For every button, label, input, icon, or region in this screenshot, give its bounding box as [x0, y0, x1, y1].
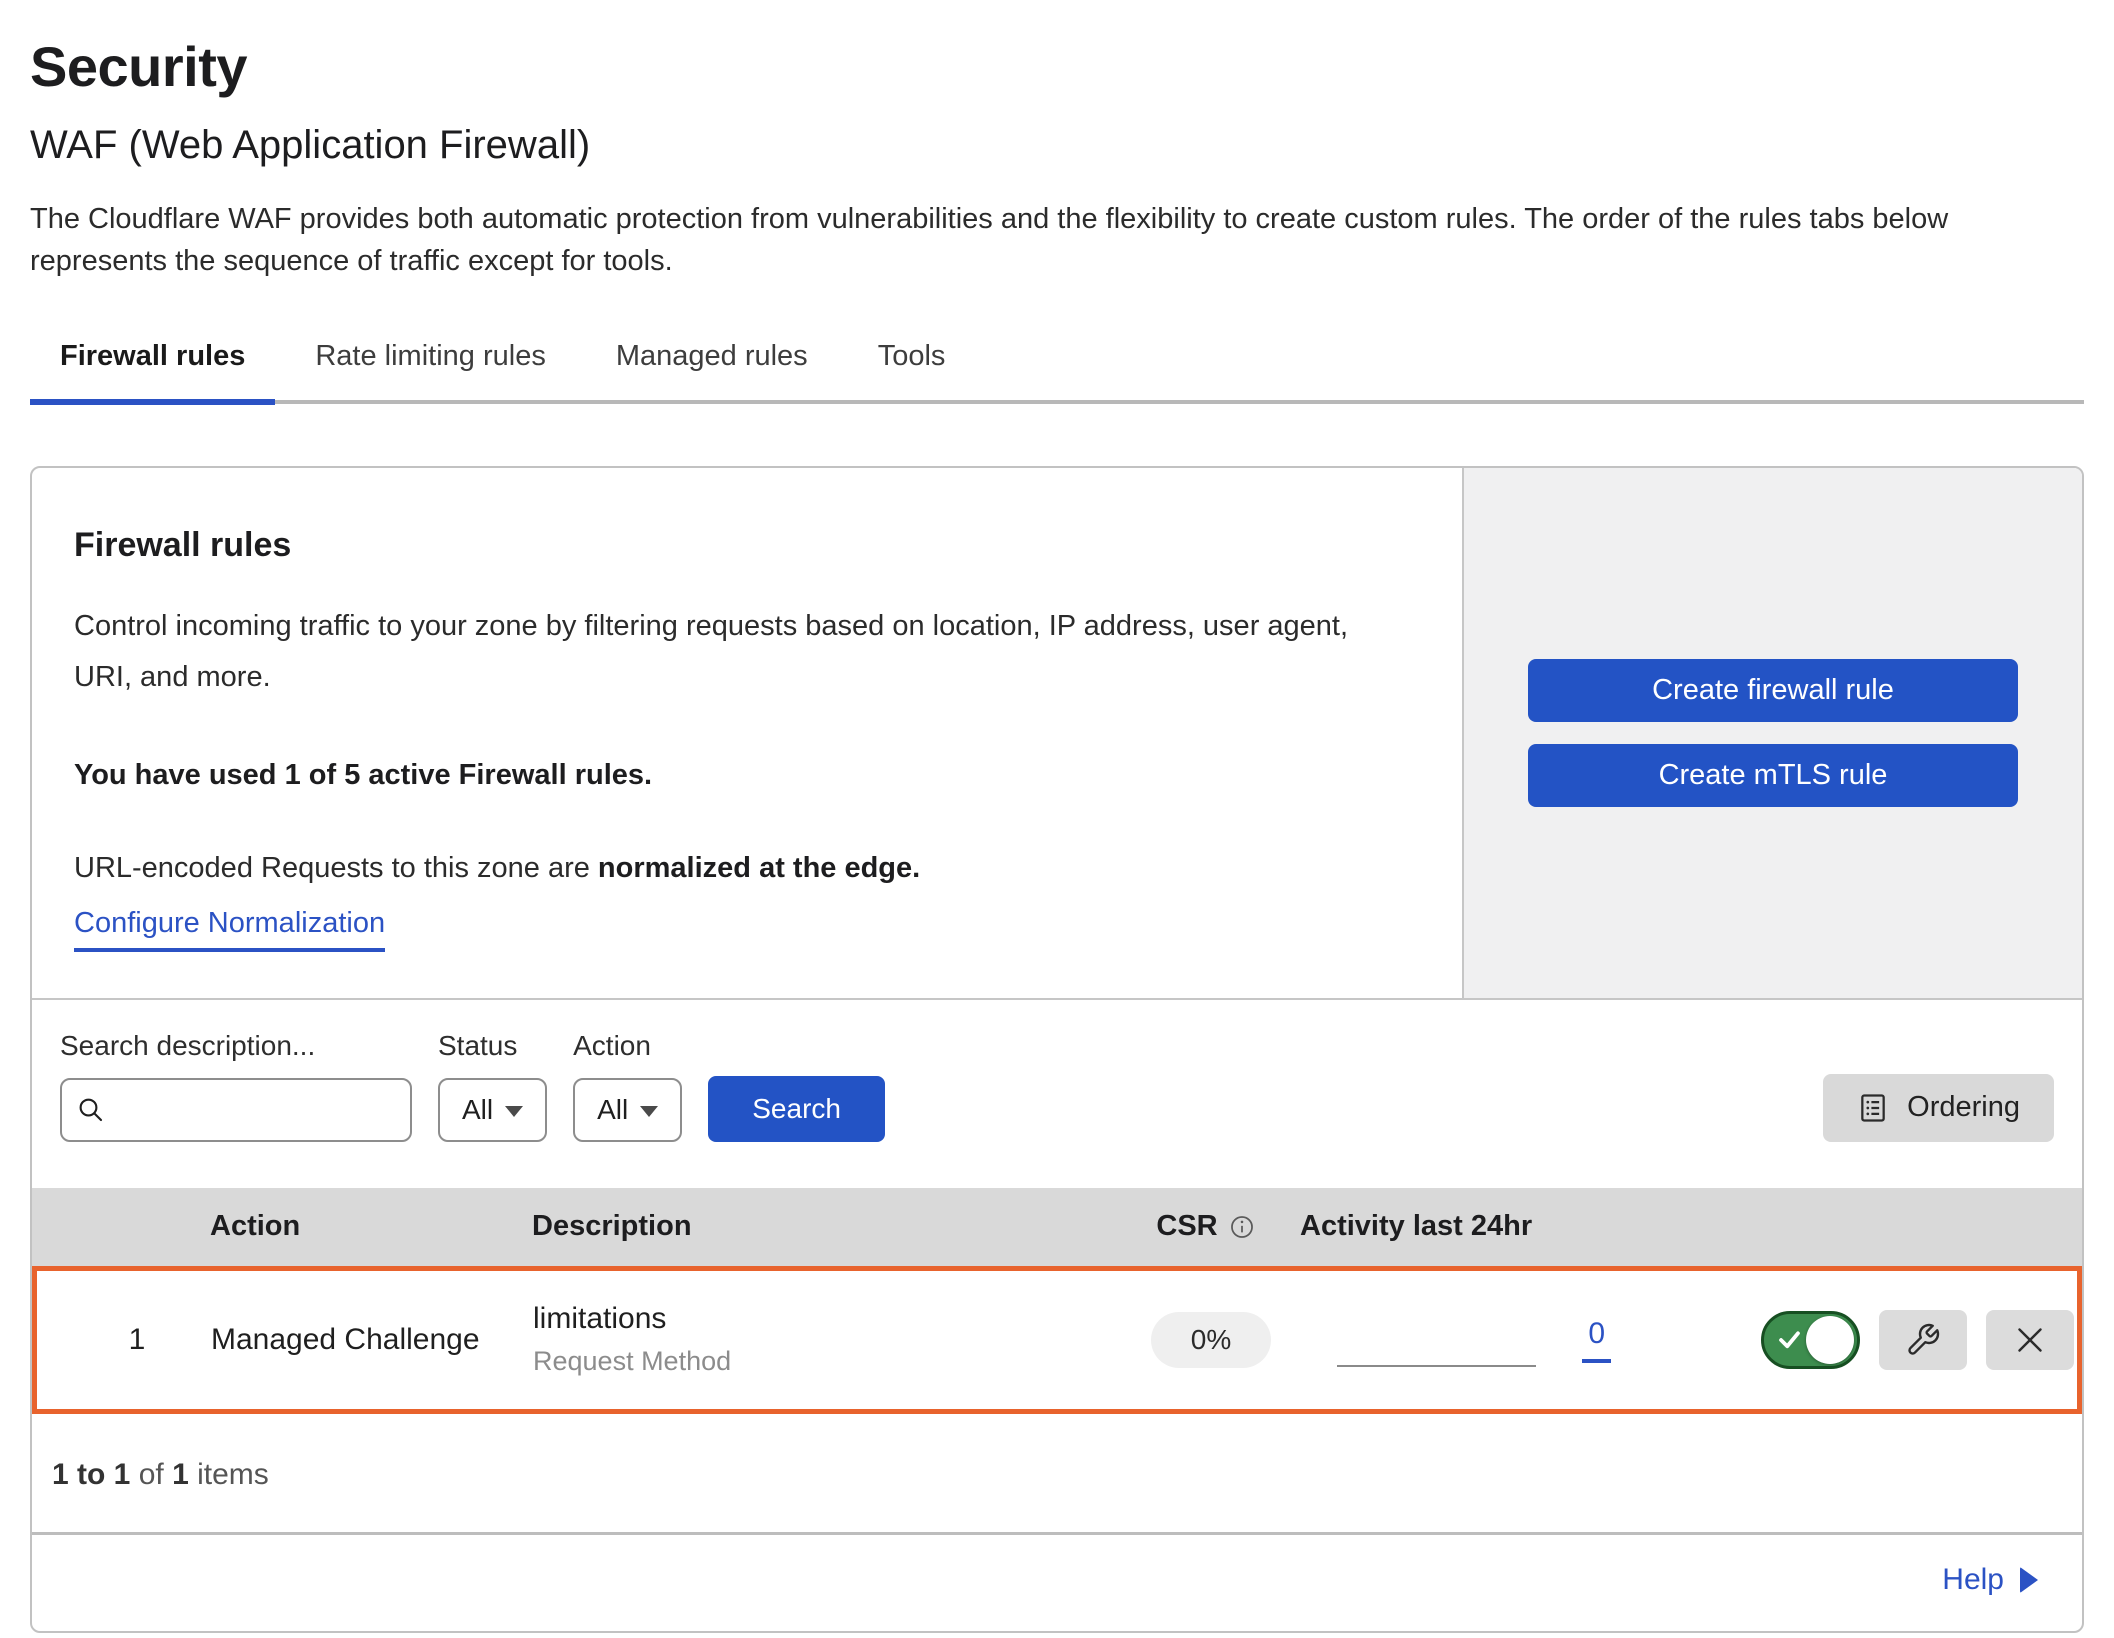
rule-description[interactable]: limitations — [533, 1302, 1121, 1336]
status-selected-value: All — [462, 1094, 493, 1126]
rule-controls — [1761, 1310, 2077, 1370]
chevron-down-icon — [640, 1106, 658, 1117]
search-button[interactable]: Search — [708, 1076, 885, 1142]
activity-count-link[interactable]: 0 — [1582, 1317, 1611, 1363]
search-filter-group: Search description... — [60, 1030, 412, 1142]
search-input-box[interactable] — [60, 1078, 412, 1142]
firewall-rules-info: Firewall rules Control incoming traffic … — [32, 468, 1462, 998]
ordering-button[interactable]: Ordering — [1823, 1074, 2054, 1142]
csr-badge: 0% — [1151, 1312, 1271, 1368]
help-section: Help — [32, 1535, 2082, 1631]
pagination-summary: 1 to 1 of 1 items — [32, 1414, 2082, 1535]
arrow-right-icon — [2020, 1567, 2038, 1593]
action-select[interactable]: All — [573, 1078, 682, 1142]
edit-rule-button[interactable] — [1879, 1310, 1967, 1370]
tab-firewall-rules[interactable]: Firewall rules — [30, 334, 275, 405]
table-row-firewall-rule[interactable]: 1 Managed Challenge limitations Request … — [32, 1266, 2082, 1414]
close-icon — [2012, 1322, 2048, 1358]
tab-tools[interactable]: Tools — [848, 334, 976, 405]
firewall-rules-card: Firewall rules Control incoming traffic … — [30, 466, 2084, 1633]
check-icon — [1776, 1326, 1803, 1353]
rule-activity-cell: 0 — [1301, 1313, 1761, 1367]
info-icon[interactable] — [1228, 1213, 1256, 1241]
usage-summary: You have used 1 of 5 active Firewall rul… — [74, 759, 1420, 792]
rule-description-cell: limitations Request Method — [507, 1302, 1121, 1377]
action-selected-value: All — [597, 1094, 628, 1126]
help-link[interactable]: Help — [1942, 1563, 2038, 1597]
delete-rule-button[interactable] — [1986, 1310, 2074, 1370]
create-firewall-rule-button[interactable]: Create firewall rule — [1528, 659, 2018, 722]
tab-rate-limiting-rules[interactable]: Rate limiting rules — [285, 334, 575, 405]
activity-sparkline — [1337, 1365, 1536, 1367]
tab-managed-rules[interactable]: Managed rules — [586, 334, 838, 405]
wrench-icon — [1905, 1322, 1941, 1358]
header-csr-label: CSR — [1156, 1210, 1217, 1243]
page-title: Security — [30, 0, 2084, 99]
action-label: Action — [573, 1030, 682, 1062]
header-csr: CSR — [1116, 1210, 1296, 1243]
header-activity: Activity last 24hr — [1296, 1210, 1756, 1243]
status-label: Status — [438, 1030, 547, 1062]
search-input[interactable] — [116, 1094, 470, 1125]
rule-action: Managed Challenge — [177, 1323, 507, 1357]
normalization-note: URL-encoded Requests to this zone are no… — [74, 852, 1420, 885]
search-icon — [76, 1095, 106, 1125]
security-waf-page: Security WAF (Web Application Firewall) … — [0, 0, 2114, 1633]
normalization-text: URL-encoded Requests to this zone are — [74, 852, 598, 884]
card-top-section: Firewall rules Control incoming traffic … — [32, 468, 2082, 998]
create-rule-panel: Create firewall rule Create mTLS rule — [1462, 468, 2082, 998]
action-filter-group: Action All — [573, 1030, 682, 1142]
pagination-total: 1 — [172, 1458, 189, 1491]
ordering-button-label: Ordering — [1907, 1091, 2020, 1124]
create-mtls-rule-button[interactable]: Create mTLS rule — [1528, 744, 2018, 807]
configure-normalization-link[interactable]: Configure Normalization — [74, 907, 385, 952]
filter-bar: Search description... Status All Action — [32, 998, 2082, 1188]
rule-csr-cell: 0% — [1121, 1312, 1301, 1368]
page-subtitle: WAF (Web Application Firewall) — [30, 123, 2084, 168]
ordering-list-icon — [1857, 1092, 1889, 1124]
toggle-knob — [1806, 1316, 1854, 1364]
waf-tab-bar: Firewall rules Rate limiting rules Manag… — [30, 334, 2084, 404]
pagination-items: items — [189, 1458, 269, 1491]
status-select[interactable]: All — [438, 1078, 547, 1142]
rules-table-header: Action Description CSR Activity last 24h… — [32, 1188, 2082, 1266]
panel-description: Control incoming traffic to your zone by… — [74, 601, 1404, 703]
header-description: Description — [502, 1210, 1116, 1243]
rule-enabled-toggle[interactable] — [1761, 1311, 1860, 1369]
search-description-label: Search description... — [60, 1030, 412, 1062]
normalization-bold-text: normalized at the edge. — [598, 852, 920, 884]
help-link-label: Help — [1942, 1563, 2004, 1597]
pagination-of: of — [130, 1458, 172, 1491]
pagination-range: 1 to 1 — [52, 1458, 130, 1491]
status-filter-group: Status All — [438, 1030, 547, 1142]
rule-expression-summary: Request Method — [533, 1346, 1121, 1377]
panel-heading: Firewall rules — [74, 526, 1420, 565]
chevron-down-icon — [505, 1106, 523, 1117]
page-description: The Cloudflare WAF provides both automat… — [30, 198, 2080, 282]
rule-priority: 1 — [37, 1323, 177, 1357]
header-action: Action — [172, 1210, 502, 1243]
